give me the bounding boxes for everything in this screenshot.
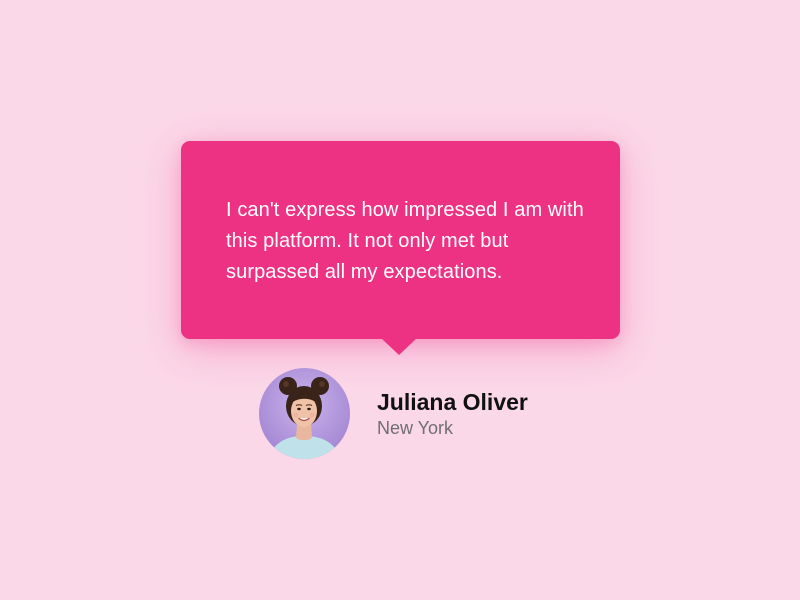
author-block: Juliana Oliver New York	[259, 368, 528, 459]
testimonial-quote: I can't express how impressed I am with …	[226, 199, 584, 283]
author-name: Juliana Oliver	[377, 389, 528, 415]
avatar-photo-icon	[259, 368, 350, 459]
quote-bubble: I can't express how impressed I am with …	[181, 141, 620, 339]
quote-bubble-tail	[381, 338, 417, 355]
author-location: New York	[377, 418, 454, 438]
author-meta: Juliana Oliver New York	[377, 388, 528, 439]
avatar	[259, 368, 350, 459]
testimonial-card: I can't express how impressed I am with …	[0, 0, 800, 600]
